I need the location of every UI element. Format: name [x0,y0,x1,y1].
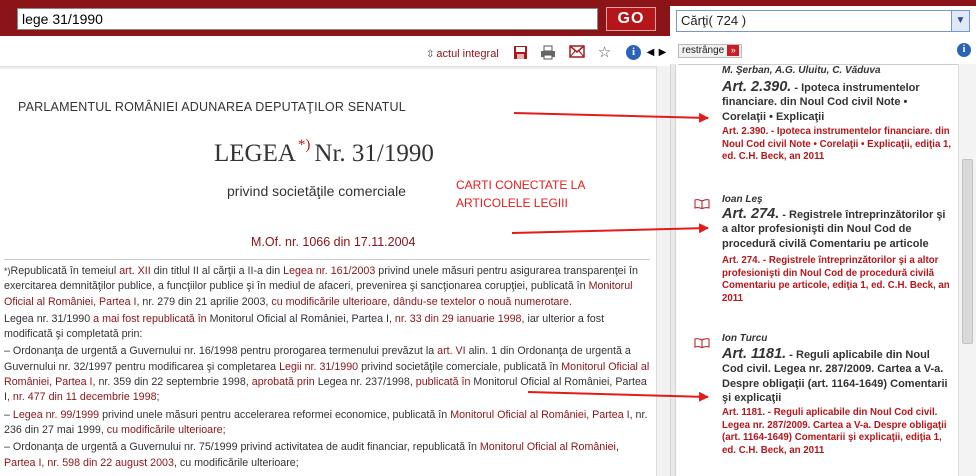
document-body: *)Republicată în temeiul art. XII din ti… [4,264,652,473]
annotation-text: CARTI CONECTATE LA ARTICOLELE LEGIII [456,178,585,210]
info-icon[interactable]: i [626,45,641,60]
paragraph-text: privind unele măsuri pentru accelerarea … [99,408,451,421]
law-title: LEGEA *) Nr. 31/1990 [214,137,434,168]
chevron-down-icon[interactable]: ▼ [951,11,969,31]
legal-reference-link[interactable]: , aprobată prin [246,376,318,388]
header-edge [670,0,976,6]
book-title[interactable]: Art. 1181. - Reguli aplicabile din Noul … [722,347,954,405]
document-paragraph: – Legea nr. 99/1999 privind unele măsuri… [4,408,652,439]
search-input[interactable] [17,8,598,30]
star-icon[interactable]: ☆ [597,45,612,60]
legal-reference-link[interactable]: Legii nr. 31/1990 [279,361,358,373]
expand-icon: ⇳ [426,49,435,60]
legal-reference-link[interactable]: a mai fost republicată în [90,313,209,325]
books-select-value: Cărţi( 724 ) [681,13,747,28]
collapse-label: restrânge [682,45,725,57]
article-number: Art. 1181. [722,346,787,362]
book-author: Ioan Leş [722,194,763,205]
book-author: Ion Turcu [722,333,768,344]
paragraph-text: – Ordonanţa de urgentă a Guvernului nr. … [4,345,438,358]
book-icon [694,335,710,349]
paragraph-text: din titlul II al cărţii a II-a din [150,265,284,277]
search-bar: GO [0,0,670,36]
law-title-main: LEGEA [214,140,296,167]
toolbar-shadow [0,66,656,70]
books-list: M. Şerban, A.G. Uluitu, C. Văduva Art. 2… [678,64,958,476]
paragraph-text: , nr. 279 din 21 aprilie 2003 [136,295,266,308]
panel-splitter[interactable] [670,36,676,476]
divider [4,259,650,260]
document-paragraph: – Ordonanţa de urgentă a Guvernului nr. … [4,440,652,471]
double-chevron-right-icon: » [727,45,740,56]
collapse-button[interactable]: restrânge» [678,44,743,58]
book-description[interactable]: Art. 2.390. - Ipoteca instrumentelor fin… [722,126,954,164]
article-number: Art. 2.390. [722,79,792,95]
info-icon[interactable]: i [957,43,971,57]
scrollbar-thumb[interactable] [962,159,973,344]
actul-integral-label: actul integral [436,48,499,60]
email-icon[interactable] [569,45,585,60]
paragraph-text: Legea nr. 31/1990 [4,312,91,325]
book-description[interactable]: Art. 1181. - Reguli aplicabile din Noul … [722,407,954,457]
legal-reference-link[interactable]: Legea nr. 99/1999 [13,409,99,421]
paragraph-text: , [615,441,619,454]
legal-reference-link[interactable]: Legea nr. 161/2003 [283,265,375,277]
books-select[interactable]: Cărţi( 724 ) ▼ [676,10,970,32]
legal-reference-link[interactable]: Monitorul Oficial al României [480,441,616,453]
book-author: M. Şerban, A.G. Uluitu, C. Văduva [722,65,881,76]
paragraph-text: privind societăţile comerciale, publicat… [358,360,562,373]
book-icon [694,196,710,210]
paragraph-text: – Ordonanţa de urgentă a Guvernului nr. … [4,441,480,454]
legal-reference-link[interactable]: art. XII [119,265,150,277]
legal-reference-link[interactable]: , nr. 33 din 29 ianuarie 1998 [389,313,522,325]
legal-reference-link[interactable]: art. VI [437,345,466,357]
document-paragraph: – Ordonanţa de urgentă a Guvernului nr. … [4,344,652,405]
law-title-note[interactable]: *) [298,137,311,153]
legal-reference-link[interactable]: , publicată în [410,376,474,388]
legal-reference-link[interactable]: , nr. 477 din 11 decembrie 1998 [7,391,157,403]
legal-reference-link[interactable]: , cu modificările ulterioare, dându-se t… [265,296,572,308]
legal-reference-link[interactable]: Partea I, nr. 598 din 22 august 2003 [4,457,174,469]
go-button[interactable]: GO [606,7,656,31]
panel-toolbar: restrânge» i [670,36,976,64]
document-paragraph: *)Republicată în temeiul art. XII din ti… [4,264,652,310]
document-header: PARLAMENTUL ROMÂNIEI ADUNAREA DEPUTAŢILO… [18,100,406,114]
document-scrollbar[interactable] [656,66,670,476]
document-paragraph: Legea nr. 31/1990 a mai fost republicată… [4,312,652,343]
paragraph-text: , cu modificările ulterioare; [173,456,299,469]
law-subtitle: privind societăţile comerciale [227,183,406,199]
legal-reference-link[interactable]: , cu modificările ulterioare; [101,424,226,436]
article-number: Art. 274. [722,206,780,222]
print-icon[interactable] [540,45,555,60]
paragraph-text: Legea nr. 237/1998 [317,376,410,389]
book-description[interactable]: Art. 274. - Registrele întreprinzătorilo… [722,255,954,305]
paragraph-text: Republicată în temeiul [10,265,120,277]
books-header: Cărţi( 724 ) ▼ [670,0,976,36]
paragraph-text: ; [156,391,160,404]
paragraph-text: – [4,408,13,421]
law-title-number: Nr. 31/1990 [314,140,434,167]
paragraph-text: , nr. 359 din 22 septembrie 1998 [92,376,246,389]
document-toolbar: ⇳ actul integral ☆ i ◀ ▶ [0,36,670,66]
book-title[interactable]: Art. 274. - Registrele întreprinzătorilo… [722,207,954,251]
monitor-oficial-reference[interactable]: M.Of. nr. 1066 din 17.11.2004 [251,235,415,249]
book-title[interactable]: Art. 2.390. - Ipoteca instrumentelor fin… [722,80,954,124]
panel-scrollbar[interactable] [958,64,976,476]
legal-reference-link[interactable]: Monitorul Oficial al României, Partea I [450,409,629,421]
document-pane: PARLAMENTUL ROMÂNIEI ADUNAREA DEPUTAŢILO… [0,66,656,476]
paragraph-text: Monitorul Oficial al României, Partea I [209,312,389,325]
actul-integral-link[interactable]: ⇳ actul integral [426,48,499,60]
chevron-right-icon[interactable]: ▶ [655,45,670,60]
save-icon[interactable] [513,45,528,60]
